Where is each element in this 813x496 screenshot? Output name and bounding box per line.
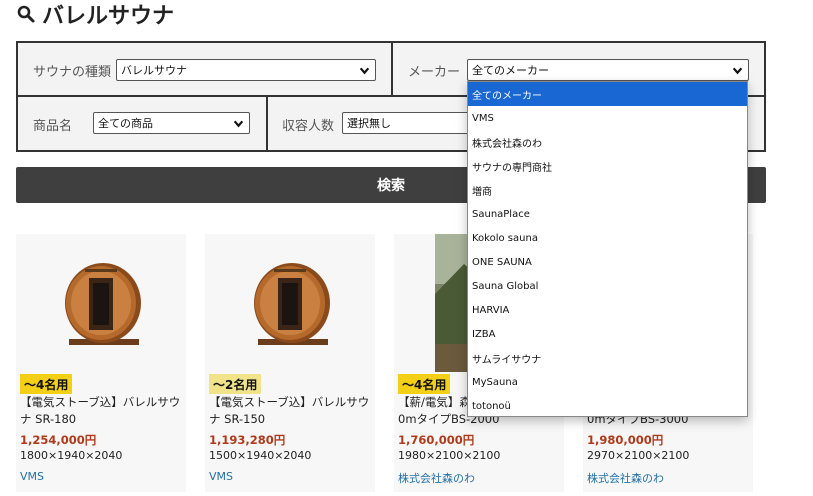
product-name-label: 商品名 bbox=[33, 119, 73, 134]
product-image bbox=[205, 234, 375, 372]
maker-dropdown: 全てのメーカー VMS 株式会社森のわ サウナの専門商社 増商 SaunaPla… bbox=[467, 81, 748, 417]
maker-option[interactable]: ONE SAUNA bbox=[468, 250, 747, 274]
capacity-badge: ～4名用 bbox=[20, 374, 73, 394]
divider bbox=[266, 97, 268, 150]
maker-select[interactable]: 全てのメーカー bbox=[467, 59, 749, 81]
page-title: バレルサウナ bbox=[42, 4, 175, 29]
product-price: 1,980,000円 bbox=[587, 433, 664, 447]
maker-option[interactable]: Kokolo sauna bbox=[468, 226, 747, 250]
product-dimensions: 2970×2100×2100 bbox=[587, 449, 690, 462]
product-image bbox=[16, 234, 186, 372]
chevron-down-icon bbox=[233, 120, 244, 128]
sauna-type-value: バレルサウナ bbox=[121, 64, 187, 77]
maker-option[interactable]: IZBA bbox=[468, 322, 747, 346]
product-price: 1,193,280円 bbox=[209, 433, 286, 447]
capacity-label: 収容人数 bbox=[282, 119, 335, 134]
product-title[interactable]: 【電気ストーブ込】バレルサウナ SR-150 bbox=[209, 394, 373, 428]
barrel-sauna-image bbox=[65, 263, 141, 345]
page-header: バレルサウナ bbox=[16, 0, 175, 29]
product-card[interactable]: ～2名用 【電気ストーブ込】バレルサウナ SR-150 1,193,280円 1… bbox=[205, 234, 375, 492]
capacity-badge: ～4名用 bbox=[398, 374, 451, 394]
maker-option[interactable]: HARVIA bbox=[468, 298, 747, 322]
maker-link[interactable]: VMS bbox=[209, 470, 233, 483]
capacity-value: 選択無し bbox=[347, 117, 391, 130]
product-title[interactable]: 【電気ストーブ込】バレルサウナ SR-180 bbox=[20, 394, 184, 428]
maker-link[interactable]: VMS bbox=[20, 470, 44, 483]
sauna-type-select[interactable]: バレルサウナ bbox=[116, 59, 376, 81]
product-name-select[interactable]: 全ての商品 bbox=[93, 112, 250, 134]
maker-option[interactable]: MySauna bbox=[468, 370, 747, 394]
product-dimensions: 1800×1940×2040 bbox=[20, 449, 123, 462]
maker-option[interactable]: totonoü bbox=[468, 394, 747, 416]
maker-option[interactable]: 増商 bbox=[468, 178, 747, 202]
divider bbox=[391, 43, 393, 95]
product-price: 1,760,000円 bbox=[398, 433, 475, 447]
maker-option[interactable]: SaunaPlace bbox=[468, 202, 747, 226]
maker-link[interactable]: 株式会社森のわ bbox=[587, 470, 664, 486]
product-dimensions: 1500×1940×2040 bbox=[209, 449, 312, 462]
maker-option[interactable]: Sauna Global bbox=[468, 274, 747, 298]
sauna-type-label: サウナの種類 bbox=[33, 65, 112, 80]
barrel-sauna-image bbox=[254, 263, 330, 345]
maker-link[interactable]: 株式会社森のわ bbox=[398, 470, 475, 486]
maker-option[interactable]: 全てのメーカー bbox=[468, 82, 747, 106]
maker-option[interactable]: サウナの専門商社 bbox=[468, 154, 747, 178]
maker-value: 全てのメーカー bbox=[472, 64, 549, 77]
capacity-badge: ～2名用 bbox=[209, 374, 262, 394]
chevron-down-icon bbox=[732, 67, 743, 75]
maker-option[interactable]: 株式会社森のわ bbox=[468, 130, 747, 154]
maker-option[interactable]: サムライサウナ bbox=[468, 346, 747, 370]
product-price: 1,254,000円 bbox=[20, 433, 97, 447]
maker-label: メーカー bbox=[408, 65, 461, 80]
product-card[interactable]: ～4名用 【電気ストーブ込】バレルサウナ SR-180 1,254,000円 1… bbox=[16, 234, 186, 492]
product-name-value: 全ての商品 bbox=[98, 117, 153, 130]
product-dimensions: 1980×2100×2100 bbox=[398, 449, 501, 462]
maker-option[interactable]: VMS bbox=[468, 106, 747, 130]
search-icon bbox=[17, 5, 35, 23]
chevron-down-icon bbox=[359, 67, 370, 75]
